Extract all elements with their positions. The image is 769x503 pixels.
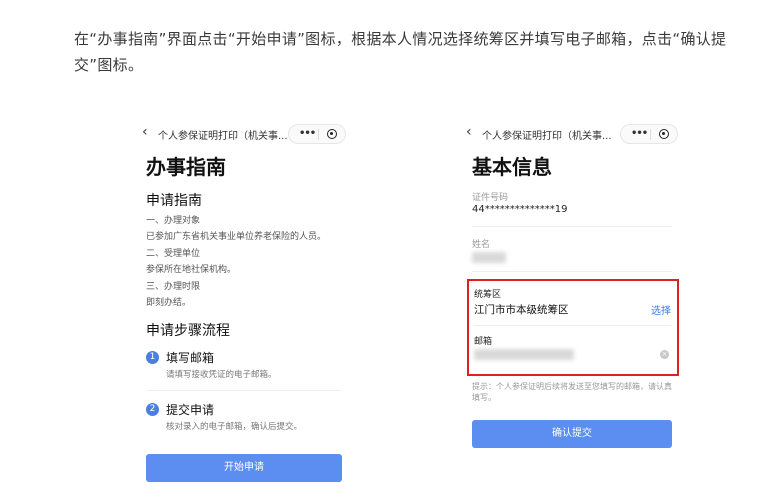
step-title: 填写邮箱 (166, 351, 215, 365)
intro-paragraph: 在“办事指南”界面点击“开始申请”图标，根据本人情况选择统筹区并填写电子邮箱，点… (74, 30, 727, 74)
guide-line: 一、办理对象 (146, 216, 201, 226)
more-icon[interactable]: ••• (631, 128, 648, 139)
nav-bar: ‹ 个人参保证明打印（机关事... ••• (138, 118, 348, 148)
region-select-link[interactable]: 选择 (651, 302, 671, 317)
divider (474, 325, 671, 326)
back-arrow-icon[interactable]: ‹ (142, 124, 148, 140)
hint-text: 提示：个人参保证明后续将发送至您填写的邮箱，请认真填写。 (472, 382, 672, 402)
email-input[interactable] (474, 349, 574, 360)
divider (472, 226, 672, 227)
close-target-icon[interactable] (659, 129, 669, 139)
nav-bar: ‹ 个人参保证明打印（机关事... ••• (462, 118, 680, 148)
more-icon[interactable]: ••• (299, 128, 316, 139)
step-number-badge: 2 (146, 403, 159, 416)
region-value: 江门市市本级统筹区 (474, 304, 569, 316)
name-label: 姓名 (472, 240, 491, 250)
guide-section-title: 申请指南 (146, 193, 202, 209)
email-label: 邮箱 (474, 337, 493, 347)
steps-section-title: 申请步骤流程 (146, 323, 230, 339)
id-number-label: 证件号码 (472, 193, 509, 203)
id-number-value: 44**************19 (472, 204, 568, 215)
guide-line: 参保所在地社保机构。 (146, 265, 237, 275)
close-target-icon[interactable] (327, 129, 337, 139)
mini-program-capsule: ••• (620, 124, 678, 144)
guide-line: 二、受理单位 (146, 249, 201, 259)
step-title: 提交申请 (166, 403, 215, 417)
capsule-divider (318, 129, 319, 140)
nav-title: 个人参保证明打印（机关事... (482, 131, 612, 142)
step-number-badge: 1 (146, 351, 159, 364)
highlight-frame: 统筹区 江门市市本级统筹区 选择 邮箱 × (467, 279, 679, 376)
guide-line: 已参加广东省机关事业单位养老保险的人员。 (146, 232, 327, 242)
nav-title: 个人参保证明打印（机关事... (158, 131, 288, 142)
guide-line: 即刻办结。 (146, 298, 192, 308)
page-title: 办事指南 (146, 155, 226, 179)
divider (472, 271, 672, 272)
step-description: 核对录入的电子邮箱，确认后提交。 (166, 422, 303, 432)
confirm-submit-button[interactable]: 确认提交 (472, 420, 672, 448)
back-arrow-icon[interactable]: ‹ (466, 124, 472, 140)
step-description: 请填写接收凭证的电子邮箱。 (166, 370, 277, 380)
guide-line: 三、办理时限 (146, 282, 201, 292)
start-application-button[interactable]: 开始申请 (146, 454, 342, 482)
capsule-divider (650, 129, 651, 140)
divider (146, 390, 342, 391)
basic-info-screen: ‹ 个人参保证明打印（机关事... ••• 基本信息 证件号码 44******… (462, 118, 680, 503)
clear-icon[interactable]: × (660, 350, 669, 359)
page-title: 基本信息 (472, 155, 552, 179)
blurred-name (472, 252, 506, 263)
guide-screen: ‹ 个人参保证明打印（机关事... ••• 办事指南 申请指南 一、办理对象 已… (138, 118, 348, 503)
region-label: 统筹区 (474, 290, 502, 300)
mini-program-capsule: ••• (288, 124, 346, 144)
